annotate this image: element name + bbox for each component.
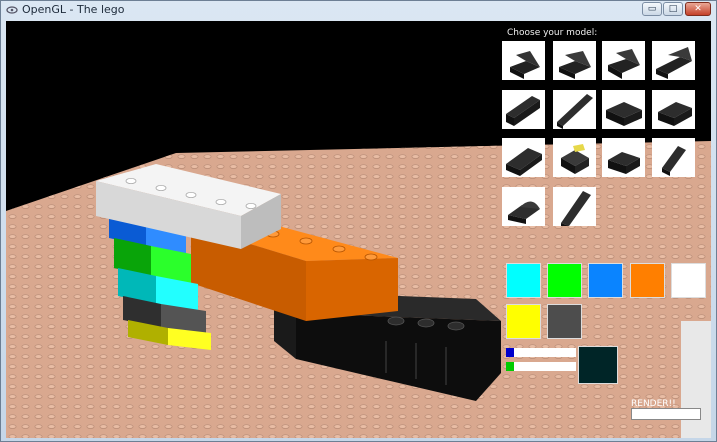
render-field[interactable] — [631, 408, 701, 420]
minimize-button[interactable]: ▭ — [642, 2, 662, 16]
brick-1x8-icon — [557, 94, 593, 129]
model-tile[interactable] — [652, 90, 695, 129]
slider-2[interactable] — [506, 362, 576, 371]
model-tile[interactable] — [602, 138, 645, 177]
long-sloped-brick-icon — [561, 191, 591, 226]
model-tile[interactable] — [553, 41, 596, 80]
color-swatch-yellow[interactable] — [506, 304, 541, 339]
choose-model-label: Choose your model: — [507, 28, 598, 38]
slope-brick-icon — [559, 51, 591, 79]
close-button[interactable]: ✕ — [685, 2, 711, 16]
model-tile[interactable] — [602, 41, 645, 80]
brick-2x4-icon — [606, 102, 642, 126]
opengl-app-icon — [6, 6, 18, 14]
color-swatch-green[interactable] — [547, 263, 582, 298]
color-preview — [578, 346, 618, 384]
app-window: OpenGL - The lego ▭ □ ✕ Choose your mode… — [0, 0, 717, 442]
model-tile[interactable] — [502, 138, 545, 177]
corner-brick-icon — [561, 144, 589, 174]
brick-2x4-icon — [506, 148, 542, 176]
slope-brick-icon — [510, 51, 540, 79]
brick-1x4-icon — [506, 96, 540, 126]
model-tile[interactable] — [502, 187, 545, 226]
slope-brick-icon — [608, 152, 640, 174]
baseplate-edge — [681, 321, 711, 438]
model-tile[interactable] — [502, 41, 545, 80]
slider-2-handle[interactable] — [506, 362, 514, 371]
slider-1-handle[interactable] — [506, 348, 514, 357]
sloped-brick-icon — [662, 146, 686, 176]
model-tile[interactable] — [652, 41, 695, 80]
model-tile[interactable] — [652, 138, 695, 177]
color-swatch-white[interactable] — [671, 263, 706, 298]
model-tile[interactable] — [502, 90, 545, 129]
model-tile[interactable] — [553, 90, 596, 129]
color-swatch-orange[interactable] — [630, 263, 665, 298]
color-swatch-blue[interactable] — [588, 263, 623, 298]
model-tile-selected[interactable] — [553, 138, 596, 177]
slider-1[interactable] — [506, 348, 576, 357]
slope-brick-icon — [608, 49, 640, 79]
maximize-button[interactable]: □ — [663, 2, 683, 16]
window-title: OpenGL - The lego — [22, 3, 125, 16]
model-tile[interactable] — [602, 90, 645, 129]
title-bar[interactable]: OpenGL - The lego ▭ □ ✕ — [1, 1, 716, 19]
color-swatch-cyan[interactable] — [506, 263, 541, 298]
model-tile[interactable] — [553, 187, 596, 226]
brick-2x3-icon — [658, 102, 692, 126]
color-swatch-gray[interactable] — [547, 304, 582, 339]
opengl-viewport[interactable]: Choose your model: RENDER!! — [6, 21, 711, 438]
curved-brick-icon — [508, 201, 540, 224]
slope-brick-icon — [656, 47, 692, 79]
